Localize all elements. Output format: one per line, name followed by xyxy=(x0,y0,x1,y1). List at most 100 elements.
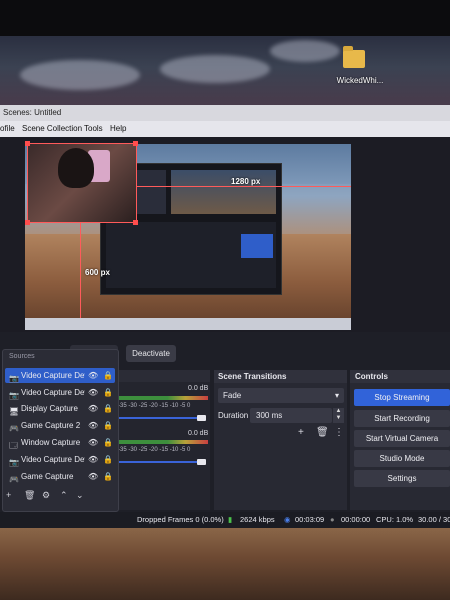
eye-icon[interactable]: 👁 xyxy=(88,401,98,416)
start-recording-button[interactable]: Start Recording xyxy=(354,410,450,427)
bitrate: 2624 kbps xyxy=(240,515,275,524)
volume-slider-knob[interactable] xyxy=(197,459,206,465)
source-item[interactable]: 📷 Video Capture Dev 👁 🔒 xyxy=(5,385,115,400)
duration-label: Duration xyxy=(218,411,249,420)
sources-title: Sources xyxy=(9,353,35,360)
chevron-up-icon[interactable]: ⌃ xyxy=(60,490,68,501)
source-label: Video Capture Dev xyxy=(21,388,85,397)
lock-icon[interactable]: 🔒 xyxy=(103,418,113,433)
width-guide-line xyxy=(137,186,351,187)
cpu-usage: CPU: 1.0% xyxy=(376,515,414,524)
source-label: Video Capture Dev xyxy=(21,371,85,380)
meter-scale: -35 -30 -25 -20 -15 -10 -5 0 xyxy=(118,447,191,453)
add-icon[interactable]: + xyxy=(298,427,304,438)
record-icon: ● xyxy=(330,515,335,524)
menu-item-profile[interactable]: ofile xyxy=(0,121,15,137)
source-label: Game Capture 2 xyxy=(21,421,81,430)
sources-toolbar: + 🗑 ⚙ ⌃ ⌄ xyxy=(4,490,114,504)
lock-icon[interactable]: 🔒 xyxy=(103,435,113,450)
gamepad-icon: 🎮 xyxy=(9,475,19,484)
camera-icon: 📷 xyxy=(9,458,19,467)
stream-time: 00:03:09 xyxy=(295,515,325,524)
eye-icon[interactable]: 👁 xyxy=(88,418,98,433)
audio-mixer-header xyxy=(117,370,210,382)
source-label: Game Capture xyxy=(21,472,74,481)
window-icon: 🗔 xyxy=(9,441,18,450)
add-icon[interactable]: + xyxy=(6,490,11,500)
lock-icon[interactable]: 🔒 xyxy=(103,368,113,383)
window-title: Scenes: Untitled xyxy=(0,105,450,121)
channel-db: 0.0 dB xyxy=(188,385,209,392)
chevron-down-icon[interactable]: ⌄ xyxy=(76,490,84,501)
duration-stepper[interactable]: ▲ ▼ xyxy=(333,408,344,423)
desktop-wallpaper-bottom xyxy=(0,528,450,600)
more-options-icon[interactable]: ⋮ xyxy=(334,427,344,438)
lock-icon[interactable]: 🔒 xyxy=(103,452,113,467)
volume-slider-knob[interactable] xyxy=(197,415,206,421)
menu-bar: ofile Scene Collection Tools Help xyxy=(0,121,450,137)
eye-icon[interactable]: 👁 xyxy=(88,452,98,467)
resize-handle[interactable] xyxy=(133,141,138,146)
folder-icon[interactable] xyxy=(343,46,365,68)
resize-handle[interactable] xyxy=(25,220,30,225)
transition-toolbar: + 🗑 ⋮ xyxy=(298,427,344,441)
source-label: Video Capture Dev xyxy=(21,455,85,464)
transition-select-value: Fade xyxy=(223,391,242,400)
meter-scale: -35 -30 -25 -20 -15 -10 -5 0 xyxy=(118,403,191,409)
status-bar: Dropped Frames 0 (0.0%) ▮ 2624 kbps ◉ 00… xyxy=(0,512,450,528)
lock-icon[interactable]: 🔒 xyxy=(103,385,113,400)
gear-icon[interactable]: ⚙ xyxy=(42,490,50,501)
trash-icon[interactable]: 🗑 xyxy=(316,427,329,438)
studio-mode-button[interactable]: Studio Mode xyxy=(354,450,450,467)
gamepad-icon: 🎮 xyxy=(9,424,19,433)
volume-meter xyxy=(118,396,208,400)
volume-slider[interactable] xyxy=(118,461,202,463)
webcam-source-selection[interactable] xyxy=(27,143,137,223)
dropped-frames: Dropped Frames 0 (0.0%) xyxy=(137,515,224,524)
source-item[interactable]: 📷 Video Capture Dev 👁 🔒 xyxy=(5,452,115,467)
desktop-folder-label[interactable]: WickedWhi... xyxy=(330,76,390,85)
source-item[interactable]: 🎮 Game Capture 👁 🔒 xyxy=(5,469,115,484)
source-label: Window Capture xyxy=(21,438,81,447)
stream-icon: ◉ xyxy=(284,515,291,524)
eye-icon[interactable]: 👁 xyxy=(88,385,98,400)
lock-icon[interactable]: 🔒 xyxy=(103,401,113,416)
monitor-icon: 🖥 xyxy=(9,407,20,416)
fps: 30.00 / 30 xyxy=(418,515,450,524)
trash-icon[interactable]: 🗑 xyxy=(24,490,35,501)
record-time: 00:00:00 xyxy=(341,515,371,524)
volume-slider[interactable] xyxy=(118,417,202,419)
duration-input[interactable]: 300 ms xyxy=(250,408,332,423)
volume-meter xyxy=(118,440,208,444)
source-item[interactable]: 📷 Video Capture Dev 👁 🔒 xyxy=(5,368,115,383)
transition-select[interactable]: Fade ▾ xyxy=(218,388,344,403)
height-readout: 600 px xyxy=(85,268,110,277)
start-virtual-camera-button[interactable]: Start Virtual Camera xyxy=(354,430,450,447)
settings-button[interactable]: Settings xyxy=(354,470,450,487)
height-guide-line xyxy=(80,223,81,330)
eye-icon[interactable]: 👁 xyxy=(88,469,98,484)
source-item[interactable]: 🎮 Game Capture 2 👁 🔒 xyxy=(5,418,115,433)
monitor-bezel xyxy=(0,0,450,36)
camera-icon: 📷 xyxy=(9,391,19,400)
menu-item-help[interactable]: Help xyxy=(110,121,126,137)
controls-title: Controls xyxy=(350,370,450,383)
menu-item-scene-collection[interactable]: Scene Collection xyxy=(22,121,82,137)
menu-item-tools[interactable]: Tools xyxy=(84,121,103,137)
chevron-down-icon: ▾ xyxy=(334,391,339,400)
eye-icon[interactable]: 👁 xyxy=(88,435,98,450)
channel-db: 0.0 dB xyxy=(188,430,209,437)
source-item[interactable]: 🖥 Display Capture 👁 🔒 xyxy=(5,401,115,416)
resize-handle[interactable] xyxy=(133,220,138,225)
width-readout: 1280 px xyxy=(231,177,261,186)
source-label: Display Capture xyxy=(21,404,78,413)
scene-transitions-title: Scene Transitions xyxy=(214,370,347,383)
signal-icon: ▮ xyxy=(228,515,233,524)
camera-icon: 📷 xyxy=(9,374,19,383)
source-item[interactable]: 🗔 Window Capture 👁 🔒 xyxy=(5,435,115,450)
stop-streaming-button[interactable]: Stop Streaming xyxy=(354,389,450,406)
eye-icon[interactable]: 👁 xyxy=(88,368,98,383)
resize-handle[interactable] xyxy=(25,141,30,146)
deactivate-button[interactable]: Deactivate xyxy=(126,345,176,362)
lock-icon[interactable]: 🔒 xyxy=(103,469,113,484)
